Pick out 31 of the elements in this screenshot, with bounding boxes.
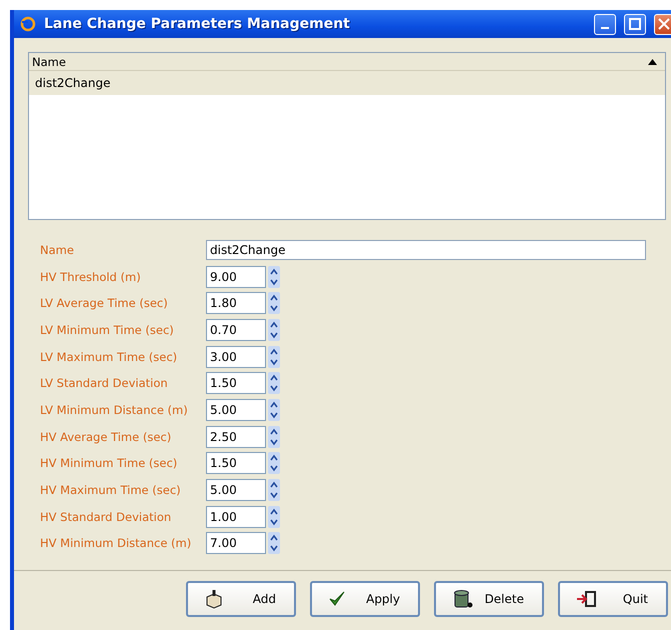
field-label: LV Minimum Time (sec) xyxy=(40,322,175,337)
number-field[interactable]: 1.80 xyxy=(206,292,266,314)
field-label: Name xyxy=(40,242,75,257)
field-label: LV Standard Deviation xyxy=(40,376,169,390)
field-label: HV Threshold (m) xyxy=(40,270,142,284)
field-label: LV Minimum Distance (m) xyxy=(40,402,189,417)
number-field[interactable]: 1.50 xyxy=(206,452,266,474)
quit-button[interactable]: Quit xyxy=(558,581,668,618)
number-field[interactable]: 0.70 xyxy=(206,318,266,341)
column-header[interactable]: Name xyxy=(29,53,665,71)
field-label: HV Maximum Time (sec) xyxy=(40,483,182,498)
number-field[interactable]: 5.00 xyxy=(206,398,266,421)
window-title: Lane Change Parameters Management xyxy=(44,16,351,32)
number-field[interactable]: 7.00 xyxy=(206,532,266,554)
number-field[interactable]: 9.00 xyxy=(206,266,266,288)
field-label: HV Minimum Time (sec) xyxy=(40,456,178,470)
apply-button[interactable]: Apply xyxy=(310,581,420,618)
number-field[interactable]: 3.00 xyxy=(206,346,266,368)
delete-button[interactable]: Delete xyxy=(434,581,544,618)
field-label: HV Standard Deviation xyxy=(40,510,172,524)
add-button[interactable]: Add xyxy=(186,581,296,618)
number-field[interactable]: 1.50 xyxy=(206,372,266,394)
field-label: HV Minimum Distance (m) xyxy=(40,536,192,550)
number-field[interactable]: 1.00 xyxy=(206,506,266,528)
name-field[interactable]: dist2Change xyxy=(206,240,646,260)
number-field[interactable]: 5.00 xyxy=(206,479,266,502)
field-label: HV Average Time (sec) xyxy=(40,430,172,444)
field-label: LV Average Time (sec) xyxy=(40,296,169,310)
table-row[interactable]: dist2Change xyxy=(29,71,665,95)
number-field[interactable]: 2.50 xyxy=(206,426,266,448)
field-label: LV Maximum Time (sec) xyxy=(40,350,178,364)
